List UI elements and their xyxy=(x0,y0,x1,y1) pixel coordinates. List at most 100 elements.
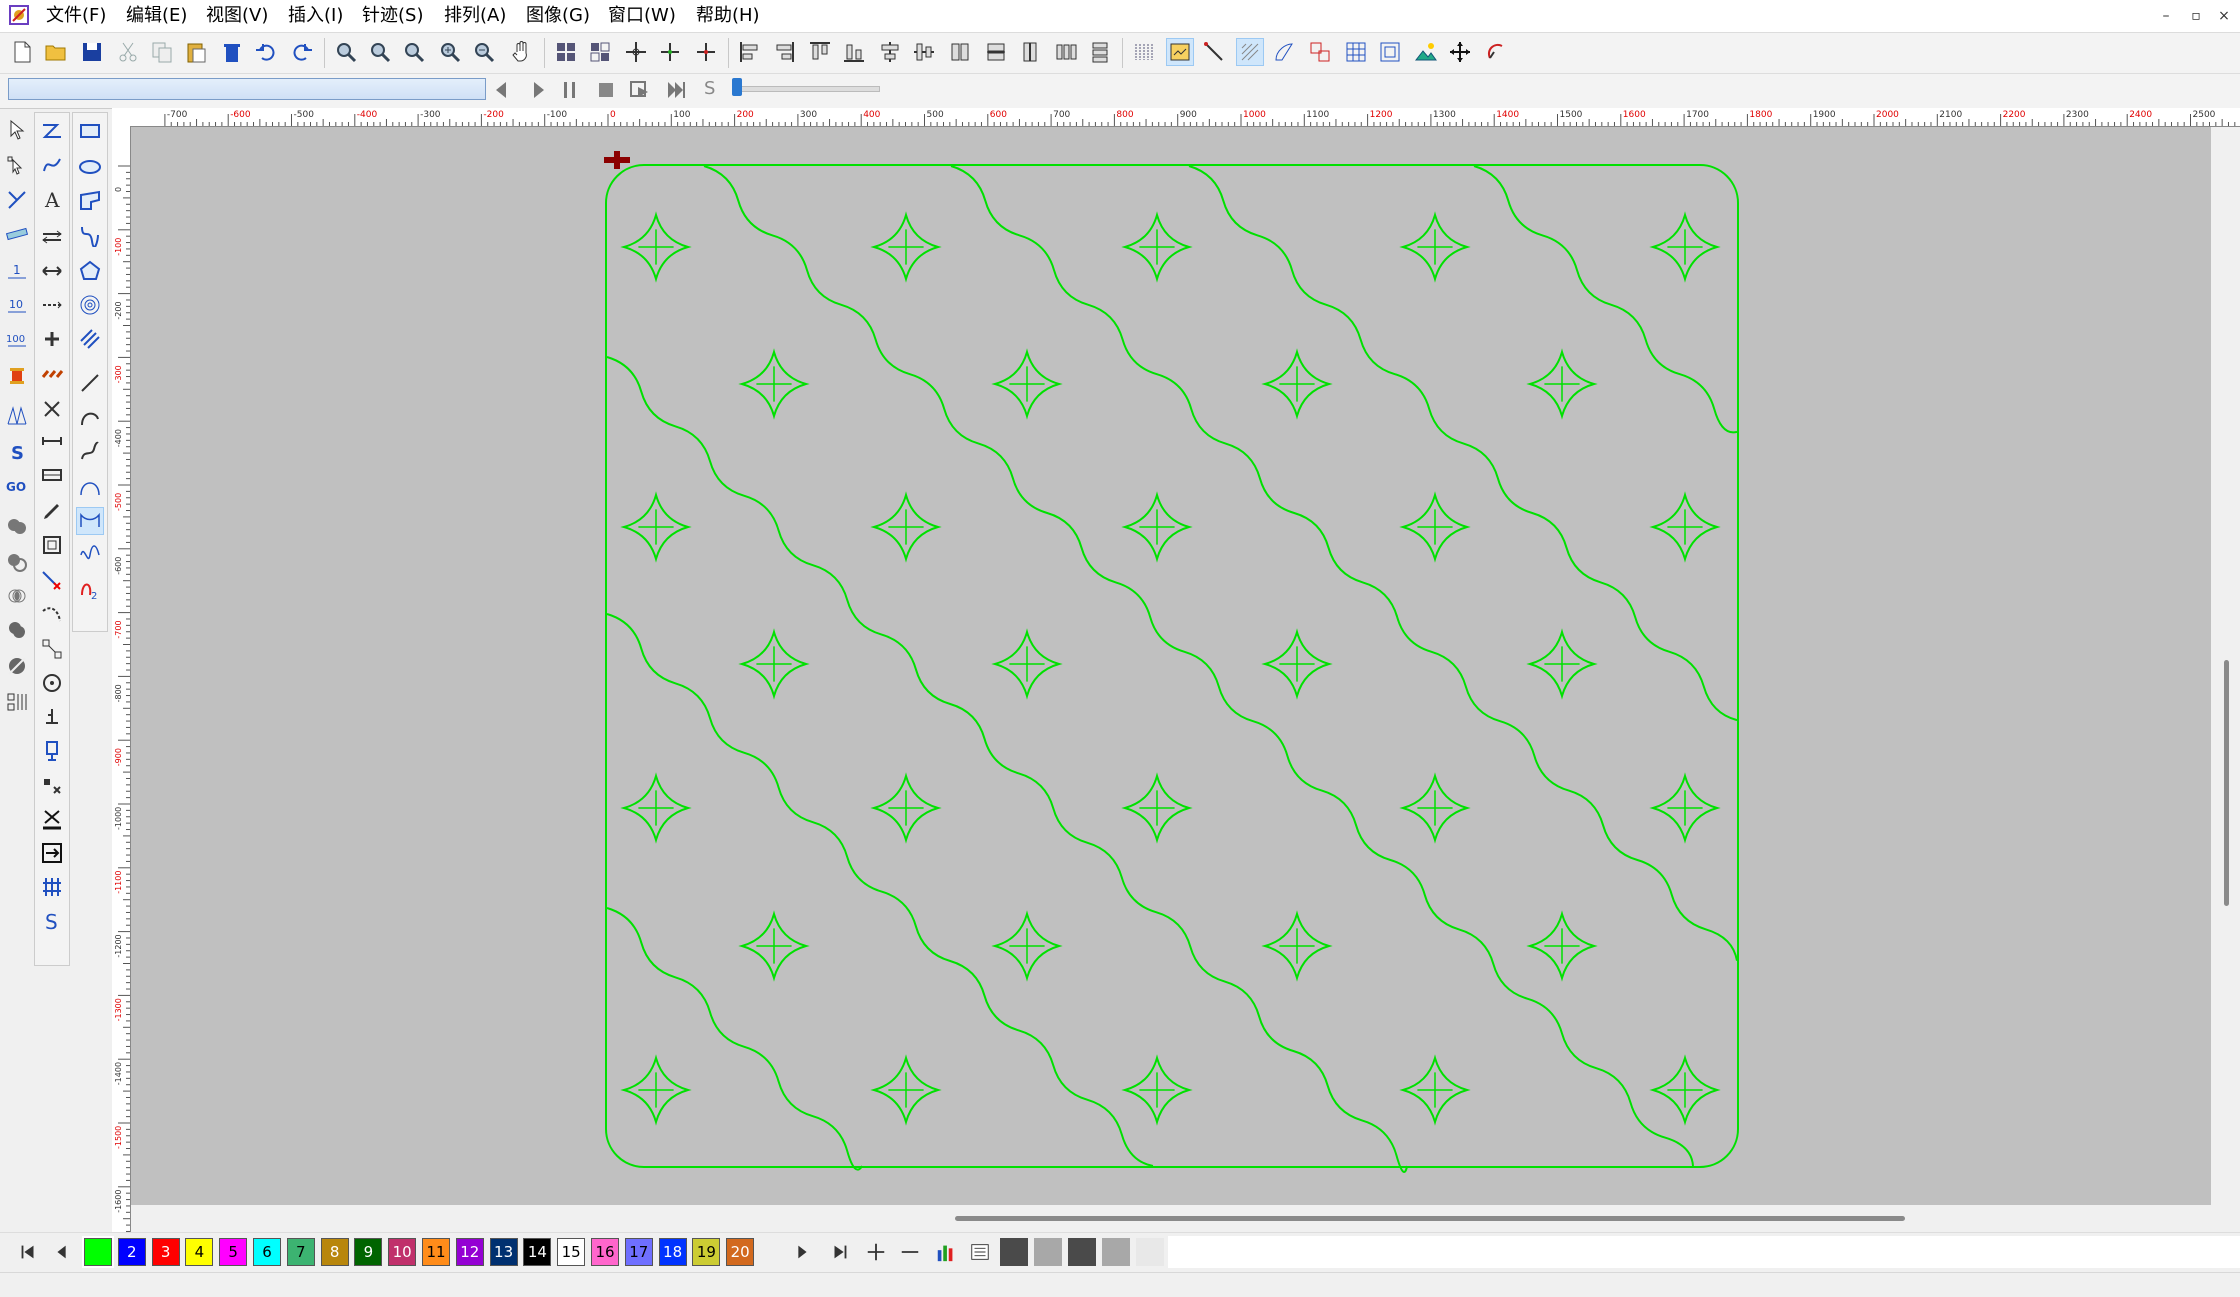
menu-file[interactable]: 文件(F) xyxy=(42,4,110,28)
connect-button[interactable] xyxy=(38,635,66,663)
color-swatch-1[interactable]: 1 xyxy=(82,1236,114,1268)
color-swatch-4[interactable]: 4 xyxy=(185,1238,214,1266)
remove-color-button[interactable] xyxy=(896,1238,924,1266)
array-button[interactable] xyxy=(3,688,31,716)
group-button[interactable] xyxy=(552,38,580,66)
redo-button[interactable] xyxy=(288,38,316,66)
zoom-fit-button[interactable] xyxy=(366,38,394,66)
color-preview-light-2[interactable] xyxy=(1102,1238,1130,1266)
color-swatch-18[interactable]: 18 xyxy=(658,1238,687,1266)
pentagon-tool-button[interactable] xyxy=(76,257,104,285)
color-swatch-19[interactable]: 19 xyxy=(692,1238,721,1266)
delete-stitch-button[interactable] xyxy=(38,567,66,595)
line-tool-button[interactable] xyxy=(76,369,104,397)
color-swatch-3[interactable]: 3 xyxy=(151,1238,180,1266)
align-left-button[interactable] xyxy=(736,38,764,66)
color-swatch-5[interactable]: 5 xyxy=(219,1238,248,1266)
text-tool-button[interactable]: A xyxy=(38,185,66,213)
move-origin-button[interactable] xyxy=(622,38,650,66)
pan-button[interactable] xyxy=(508,38,536,66)
zoom-window-button[interactable] xyxy=(332,38,360,66)
zoom-in-button[interactable] xyxy=(436,38,464,66)
prev-stitch-button[interactable] xyxy=(488,76,516,104)
save-button[interactable] xyxy=(78,38,106,66)
run-stitch-button[interactable] xyxy=(38,291,66,319)
pause-button[interactable] xyxy=(556,76,584,104)
rectangle-select-button[interactable] xyxy=(38,531,66,559)
stitch-length-button[interactable]: 1 xyxy=(3,258,31,286)
dimension-tool-button[interactable] xyxy=(38,257,66,285)
color-swatch-17[interactable]: 17 xyxy=(624,1238,653,1266)
color-swatch-14[interactable]: 14 xyxy=(523,1238,552,1266)
next-stitch-button[interactable] xyxy=(524,76,552,104)
new-file-button[interactable] xyxy=(8,38,36,66)
delete-button[interactable] xyxy=(218,38,246,66)
arc-tool-button[interactable] xyxy=(76,221,104,249)
color-preview-light[interactable] xyxy=(1034,1238,1062,1266)
distribute-h-button[interactable] xyxy=(1052,38,1080,66)
align-center-v-button[interactable] xyxy=(876,38,904,66)
intersect-button[interactable] xyxy=(3,582,31,610)
restore-button[interactable]: ▫ xyxy=(2184,6,2208,26)
add-point-button[interactable] xyxy=(38,325,66,353)
cut-thread-button[interactable] xyxy=(38,805,66,833)
measure-tool-button[interactable] xyxy=(3,220,31,248)
speed-slider-thumb[interactable] xyxy=(732,78,742,96)
align-top-button[interactable] xyxy=(806,38,834,66)
center-point-button[interactable] xyxy=(38,669,66,697)
color-swatch-12[interactable]: 12 xyxy=(455,1238,484,1266)
polygon-fill-button[interactable] xyxy=(76,187,104,215)
s-curve-button[interactable]: S xyxy=(3,438,31,466)
stitch-view-button[interactable] xyxy=(1130,38,1158,66)
wave-two-tool-button[interactable]: 2 xyxy=(76,575,104,603)
stitch-progress-field[interactable] xyxy=(8,78,486,100)
s-curve-tool-button[interactable] xyxy=(76,437,104,465)
same-size-button[interactable] xyxy=(1016,38,1044,66)
close-button[interactable]: × xyxy=(2212,6,2236,26)
arch-tool-button[interactable] xyxy=(76,473,104,501)
color-swatch-8[interactable]: 8 xyxy=(320,1238,349,1266)
color-swatch-13[interactable]: 13 xyxy=(489,1238,518,1266)
rotate-button[interactable] xyxy=(1482,38,1510,66)
color-swatch-2[interactable]: 2 xyxy=(117,1238,146,1266)
first-color-button[interactable] xyxy=(14,1238,42,1266)
same-height-button[interactable] xyxy=(982,38,1010,66)
frame-button[interactable] xyxy=(1376,38,1404,66)
color-swatch-11[interactable]: 11 xyxy=(422,1238,450,1266)
menu-image[interactable]: 图像(G) xyxy=(522,4,594,28)
end-point-button[interactable] xyxy=(692,38,720,66)
menu-insert[interactable]: 插入(I) xyxy=(284,4,347,28)
paste-button[interactable] xyxy=(182,38,210,66)
next-color-button[interactable] xyxy=(788,1238,816,1266)
end-stitch-button[interactable] xyxy=(662,76,690,104)
simulate-button[interactable] xyxy=(1412,38,1440,66)
color-preview-dark-2[interactable] xyxy=(1068,1238,1096,1266)
step-button[interactable] xyxy=(626,76,654,104)
sine-tool-button[interactable] xyxy=(76,541,104,569)
copy-button[interactable] xyxy=(148,38,176,66)
undo-button[interactable] xyxy=(252,38,280,66)
satin-s-button[interactable]: S xyxy=(38,907,66,935)
needle-button[interactable] xyxy=(38,737,66,765)
line-view-button[interactable] xyxy=(1200,38,1228,66)
prev-color-button[interactable] xyxy=(48,1238,76,1266)
parallel-tool-button[interactable] xyxy=(38,223,66,251)
add-color-button[interactable] xyxy=(862,1238,890,1266)
menu-edit[interactable]: 编辑(E) xyxy=(122,4,191,28)
outline-view-button[interactable] xyxy=(1270,38,1298,66)
polyline-tool-button[interactable] xyxy=(38,117,66,145)
rectangle-tool-button[interactable] xyxy=(76,117,104,145)
color-swatch-6[interactable]: 6 xyxy=(253,1238,281,1266)
move-button[interactable] xyxy=(1446,38,1474,66)
frame-out-button[interactable] xyxy=(38,461,66,489)
wave-arch-tool-button[interactable] xyxy=(76,507,104,535)
color-swatch-15[interactable]: 15 xyxy=(557,1238,586,1266)
trim-button[interactable] xyxy=(3,548,31,576)
node-edit-button[interactable] xyxy=(3,152,31,180)
trim-point-button[interactable] xyxy=(38,771,66,799)
menu-window[interactable]: 窗口(W) xyxy=(604,4,680,28)
open-file-button[interactable] xyxy=(42,38,70,66)
fill-view-button[interactable] xyxy=(1236,38,1264,66)
stop-button[interactable] xyxy=(592,76,620,104)
design-canvas[interactable] xyxy=(131,127,2211,1205)
